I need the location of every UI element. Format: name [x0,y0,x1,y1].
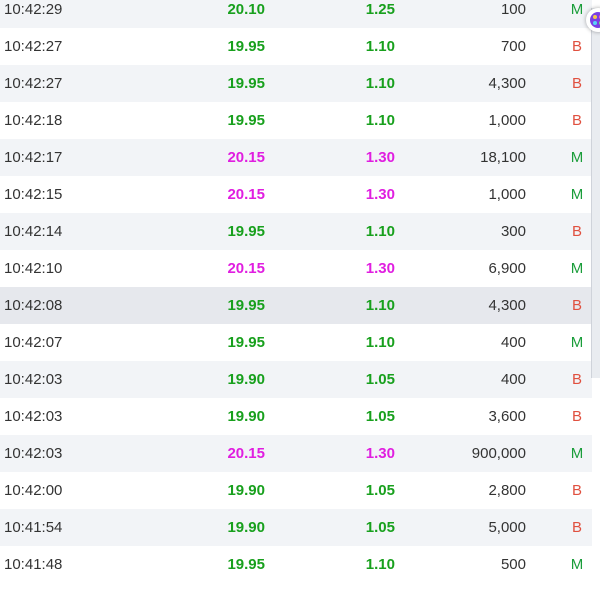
trade-time: 10:42:17 [4,149,63,166]
trade-change: 1.30 [365,186,395,203]
trade-side: B [571,482,582,499]
trade-time: 10:42:03 [4,408,63,425]
trade-time: 10:42:27 [4,75,63,92]
trade-price: 19.90 [227,519,265,536]
trade-time: 10:42:10 [4,260,63,277]
trade-change: 1.10 [365,334,395,351]
trade-row[interactable]: 10:42:29 20.10 1.25 100 M [0,0,592,28]
trade-row[interactable]: 10:42:14 19.95 1.10 300 B [0,213,592,250]
trade-price: 19.90 [227,408,265,425]
trade-side: M [570,186,584,203]
trade-change: 1.10 [365,223,395,240]
trade-price: 20.15 [227,260,265,277]
trade-change: 1.05 [365,408,395,425]
trade-side: M [570,260,584,277]
trade-side: M [570,445,584,462]
trade-row[interactable]: 10:42:03 19.90 1.05 3,600 B [0,398,592,435]
trade-row[interactable]: 10:42:10 20.15 1.30 6,900 M [0,250,592,287]
trade-list: 10:42:29 20.10 1.25 100 M 10:42:27 19.95 1.10 70… [0,0,592,583]
trade-price: 19.90 [227,482,265,499]
trade-price: 20.15 [227,149,265,166]
trade-price: 20.15 [227,186,265,203]
trade-row[interactable]: 10:42:27 19.95 1.10 700 B [0,28,592,65]
trade-row[interactable]: 10:42:15 20.15 1.30 1,000 M [0,176,592,213]
trade-time: 10:42:08 [4,297,63,314]
trade-volume: 18,100 [480,149,526,166]
trade-time: 10:42:07 [4,334,63,351]
trade-time: 10:41:54 [4,519,63,536]
trade-time: 10:42:27 [4,38,63,55]
trade-time: 10:41:48 [4,556,63,573]
trade-change: 1.05 [365,482,395,499]
collapsed-side-panel[interactable] [591,8,600,378]
trade-row[interactable]: 10:41:48 19.95 1.10 500 M [0,546,592,583]
trade-volume: 500 [500,556,526,573]
trade-volume: 400 [500,371,526,388]
trade-side: B [571,38,582,55]
trade-volume: 300 [500,223,526,240]
trade-volume: 4,300 [488,75,526,92]
trade-side: B [571,297,582,314]
trade-side: B [571,519,582,536]
trade-change: 1.10 [365,297,395,314]
trade-row[interactable]: 10:42:08 19.95 1.10 4,300 B [0,287,592,324]
trade-history-panel: 10:42:29 20.10 1.25 100 M 10:42:27 19.95 1.10 70… [0,0,600,600]
trade-change: 1.10 [365,38,395,55]
trade-volume: 400 [500,334,526,351]
trade-change: 1.10 [365,75,395,92]
trade-row[interactable]: 10:42:17 20.15 1.30 18,100 M [0,139,592,176]
trade-row[interactable]: 10:42:03 19.90 1.05 400 B [0,361,592,398]
trade-row[interactable]: 10:42:07 19.95 1.10 400 M [0,324,592,361]
trade-change: 1.10 [365,112,395,129]
trade-side: M [570,334,584,351]
trade-price: 19.95 [227,223,265,240]
trade-volume: 1,000 [488,186,526,203]
trade-change: 1.30 [365,445,395,462]
trade-price: 19.95 [227,75,265,92]
trade-price: 19.90 [227,371,265,388]
trade-volume: 2,800 [488,482,526,499]
trade-row[interactable]: 10:42:18 19.95 1.10 1,000 B [0,102,592,139]
trade-price: 20.10 [227,1,265,18]
trade-time: 10:42:14 [4,223,63,240]
trade-price: 19.95 [227,38,265,55]
trade-side: B [571,75,582,92]
trade-change: 1.05 [365,371,395,388]
trade-row[interactable]: 10:41:54 19.90 1.05 5,000 B [0,509,592,546]
trade-volume: 5,000 [488,519,526,536]
trade-side: M [570,1,584,18]
trade-side: B [571,371,582,388]
trade-time: 10:42:18 [4,112,63,129]
trade-change: 1.30 [365,260,395,277]
trade-row[interactable]: 10:42:27 19.95 1.10 4,300 B [0,65,592,102]
trade-side: B [571,223,582,240]
trade-price: 19.95 [227,556,265,573]
trade-volume: 4,300 [488,297,526,314]
trade-volume: 700 [500,38,526,55]
trade-price: 19.95 [227,334,265,351]
trade-price: 19.95 [227,112,265,129]
trade-row[interactable]: 10:42:03 20.15 1.30 900,000 M [0,435,592,472]
trade-change: 1.25 [365,1,395,18]
trade-change: 1.10 [365,556,395,573]
trade-price: 20.15 [227,445,265,462]
trade-side: B [571,408,582,425]
trade-side: M [570,149,584,166]
trade-row[interactable]: 10:42:00 19.90 1.05 2,800 B [0,472,592,509]
trade-price: 19.95 [227,297,265,314]
trade-time: 10:42:00 [4,482,63,499]
trade-side: M [570,556,584,573]
trade-volume: 1,000 [488,112,526,129]
trade-change: 1.30 [365,149,395,166]
trade-time: 10:42:03 [4,445,63,462]
trade-time: 10:42:15 [4,186,63,203]
trade-volume: 6,900 [488,260,526,277]
trade-time: 10:42:03 [4,371,63,388]
trade-side: B [571,112,582,129]
trade-time: 10:42:29 [4,1,63,18]
trade-change: 1.05 [365,519,395,536]
trade-volume: 900,000 [471,445,526,462]
trade-volume: 100 [500,1,526,18]
trade-volume: 3,600 [488,408,526,425]
